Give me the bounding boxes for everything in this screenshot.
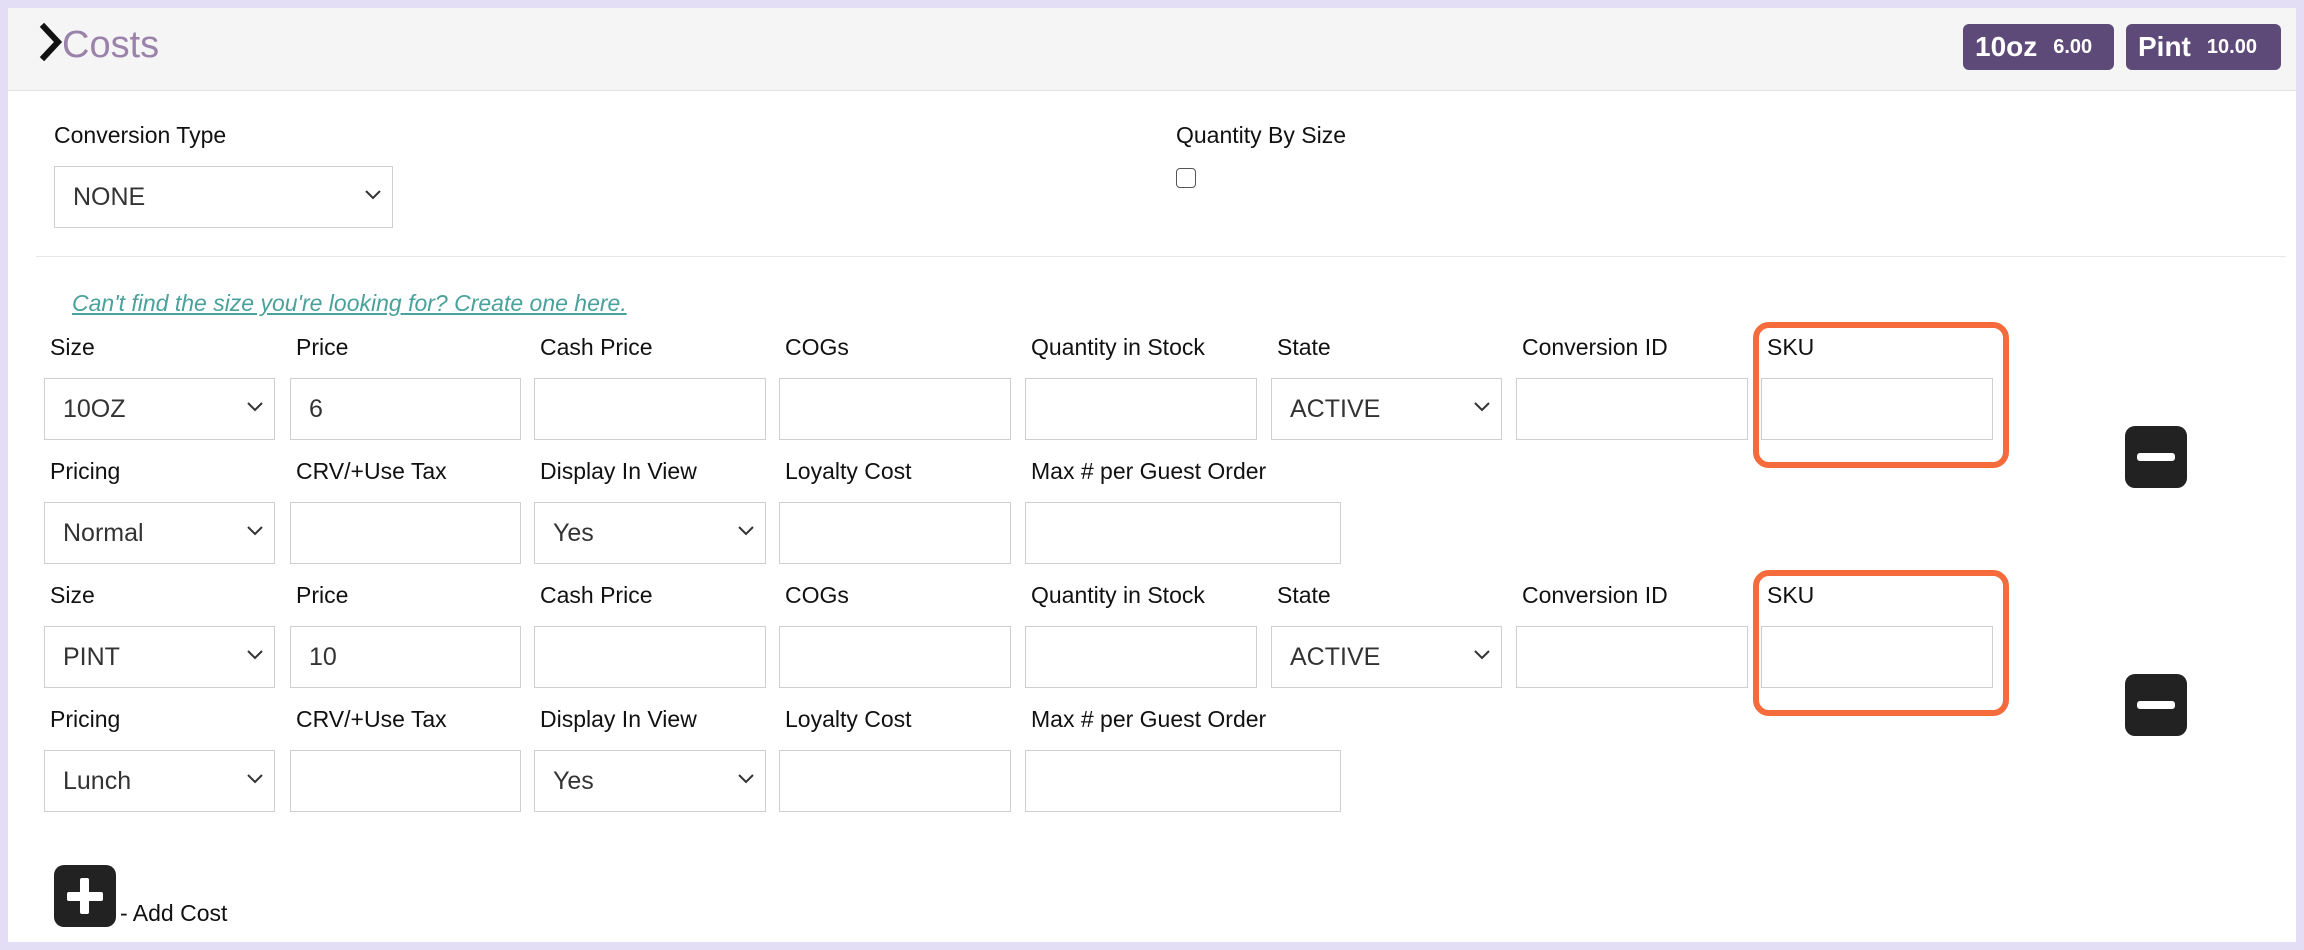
chevron-down-icon — [365, 190, 381, 200]
price-field[interactable]: 10 — [290, 626, 521, 688]
conversion-type-label: Conversion Type — [54, 122, 227, 148]
qty-stock-label: Quantity in Stock — [1031, 582, 1205, 608]
size-price-badge: 10oz 6.00 — [1963, 24, 2114, 70]
max-per-order-label: Max # per Guest Order — [1031, 706, 1267, 732]
state-label: State — [1277, 582, 1331, 608]
display-in-view-select[interactable]: Yes — [534, 502, 766, 564]
size-label: Size — [50, 334, 95, 360]
loyalty-cost-field[interactable] — [779, 750, 1011, 812]
max-per-order-field[interactable] — [1025, 502, 1341, 564]
pricing-label: Pricing — [50, 458, 121, 484]
input-value: 6 — [309, 395, 323, 423]
crv-tax-field[interactable] — [290, 750, 521, 812]
size-price-badge: Pint 10.00 — [2126, 24, 2281, 70]
display-in-view-select[interactable]: Yes — [534, 750, 766, 812]
max-per-order-label: Max # per Guest Order — [1031, 458, 1267, 484]
chevron-down-icon — [738, 774, 754, 784]
loyalty-cost-label: Loyalty Cost — [785, 706, 912, 732]
cash-price-field[interactable] — [534, 626, 766, 688]
cogs-label: COGs — [785, 582, 849, 608]
select-value: NONE — [73, 183, 146, 211]
select-value: Yes — [553, 519, 594, 547]
select-value: ACTIVE — [1290, 643, 1381, 671]
select-value: ACTIVE — [1290, 395, 1381, 423]
section-header: Costs 10oz 6.00 Pint 10.00 — [8, 8, 2296, 91]
remove-cost-button[interactable] — [2125, 674, 2187, 736]
cash-price-field[interactable] — [534, 378, 766, 440]
crv-tax-label: CRV/+Use Tax — [296, 706, 447, 732]
quantity-by-size-label: Quantity By Size — [1176, 122, 1347, 148]
remove-cost-button[interactable] — [2125, 426, 2187, 488]
minus-icon — [2137, 453, 2175, 461]
qty-stock-field[interactable] — [1025, 378, 1257, 440]
cogs-field[interactable] — [779, 378, 1011, 440]
loyalty-cost-field[interactable] — [779, 502, 1011, 564]
state-label: State — [1277, 334, 1331, 360]
display-in-view-label: Display In View — [540, 706, 697, 732]
state-select[interactable]: ACTIVE — [1271, 626, 1502, 688]
pricing-select[interactable]: Lunch — [44, 750, 275, 812]
cash-price-label: Cash Price — [540, 334, 653, 360]
pricing-select[interactable]: Normal — [44, 502, 275, 564]
costs-panel: Costs 10oz 6.00 Pint 10.00 Conversion Ty… — [8, 8, 2296, 942]
badge-size-name: 10oz — [1975, 31, 2038, 62]
qty-stock-label: Quantity in Stock — [1031, 334, 1205, 360]
max-per-order-field[interactable] — [1025, 750, 1341, 812]
price-label: Price — [296, 582, 349, 608]
display-in-view-label: Display In View — [540, 458, 697, 484]
chevron-down-icon — [738, 526, 754, 536]
divider — [36, 256, 2286, 257]
quantity-by-size-checkbox[interactable] — [1176, 168, 1196, 188]
conversion-type-select[interactable]: NONE — [54, 166, 393, 228]
add-cost-label: - Add Cost — [120, 900, 228, 926]
conversion-id-field[interactable] — [1516, 626, 1748, 688]
cogs-label: COGs — [785, 334, 849, 360]
plus-icon-stem — [80, 878, 89, 914]
pricing-label: Pricing — [50, 706, 121, 732]
badge-size-name: Pint — [2138, 31, 2191, 62]
select-value: PINT — [63, 643, 120, 671]
size-select[interactable]: 10OZ — [44, 378, 275, 440]
chevron-down-icon — [247, 650, 263, 660]
chevron-down-icon — [1474, 402, 1490, 412]
conversion-id-label: Conversion ID — [1522, 582, 1668, 608]
chevron-down-icon — [247, 774, 263, 784]
select-value: Normal — [63, 519, 144, 547]
price-label: Price — [296, 334, 349, 360]
sku-highlight — [1753, 570, 2009, 716]
select-value: Yes — [553, 767, 594, 795]
conversion-id-field[interactable] — [1516, 378, 1748, 440]
sku-highlight — [1753, 322, 2009, 468]
price-field[interactable]: 6 — [290, 378, 521, 440]
state-select[interactable]: ACTIVE — [1271, 378, 1502, 440]
input-value: 10 — [309, 643, 337, 671]
size-select[interactable]: PINT — [44, 626, 275, 688]
create-size-link[interactable]: Can't find the size you're looking for? … — [72, 290, 627, 317]
badge-size-price: 6.00 — [2053, 35, 2093, 58]
chevron-down-icon — [1474, 650, 1490, 660]
select-value: 10OZ — [63, 395, 126, 423]
cogs-field[interactable] — [779, 626, 1011, 688]
crv-tax-field[interactable] — [290, 502, 521, 564]
minus-icon — [2137, 701, 2175, 709]
add-cost-button[interactable] — [54, 865, 116, 927]
chevron-down-icon — [247, 402, 263, 412]
badge-size-price: 10.00 — [2206, 35, 2257, 58]
conversion-id-label: Conversion ID — [1522, 334, 1668, 360]
chevron-down-icon — [247, 526, 263, 536]
select-value: Lunch — [63, 767, 132, 795]
size-label: Size — [50, 582, 95, 608]
crv-tax-label: CRV/+Use Tax — [296, 458, 447, 484]
section-title: Costs — [62, 24, 160, 66]
cash-price-label: Cash Price — [540, 582, 653, 608]
qty-stock-field[interactable] — [1025, 626, 1257, 688]
loyalty-cost-label: Loyalty Cost — [785, 458, 912, 484]
